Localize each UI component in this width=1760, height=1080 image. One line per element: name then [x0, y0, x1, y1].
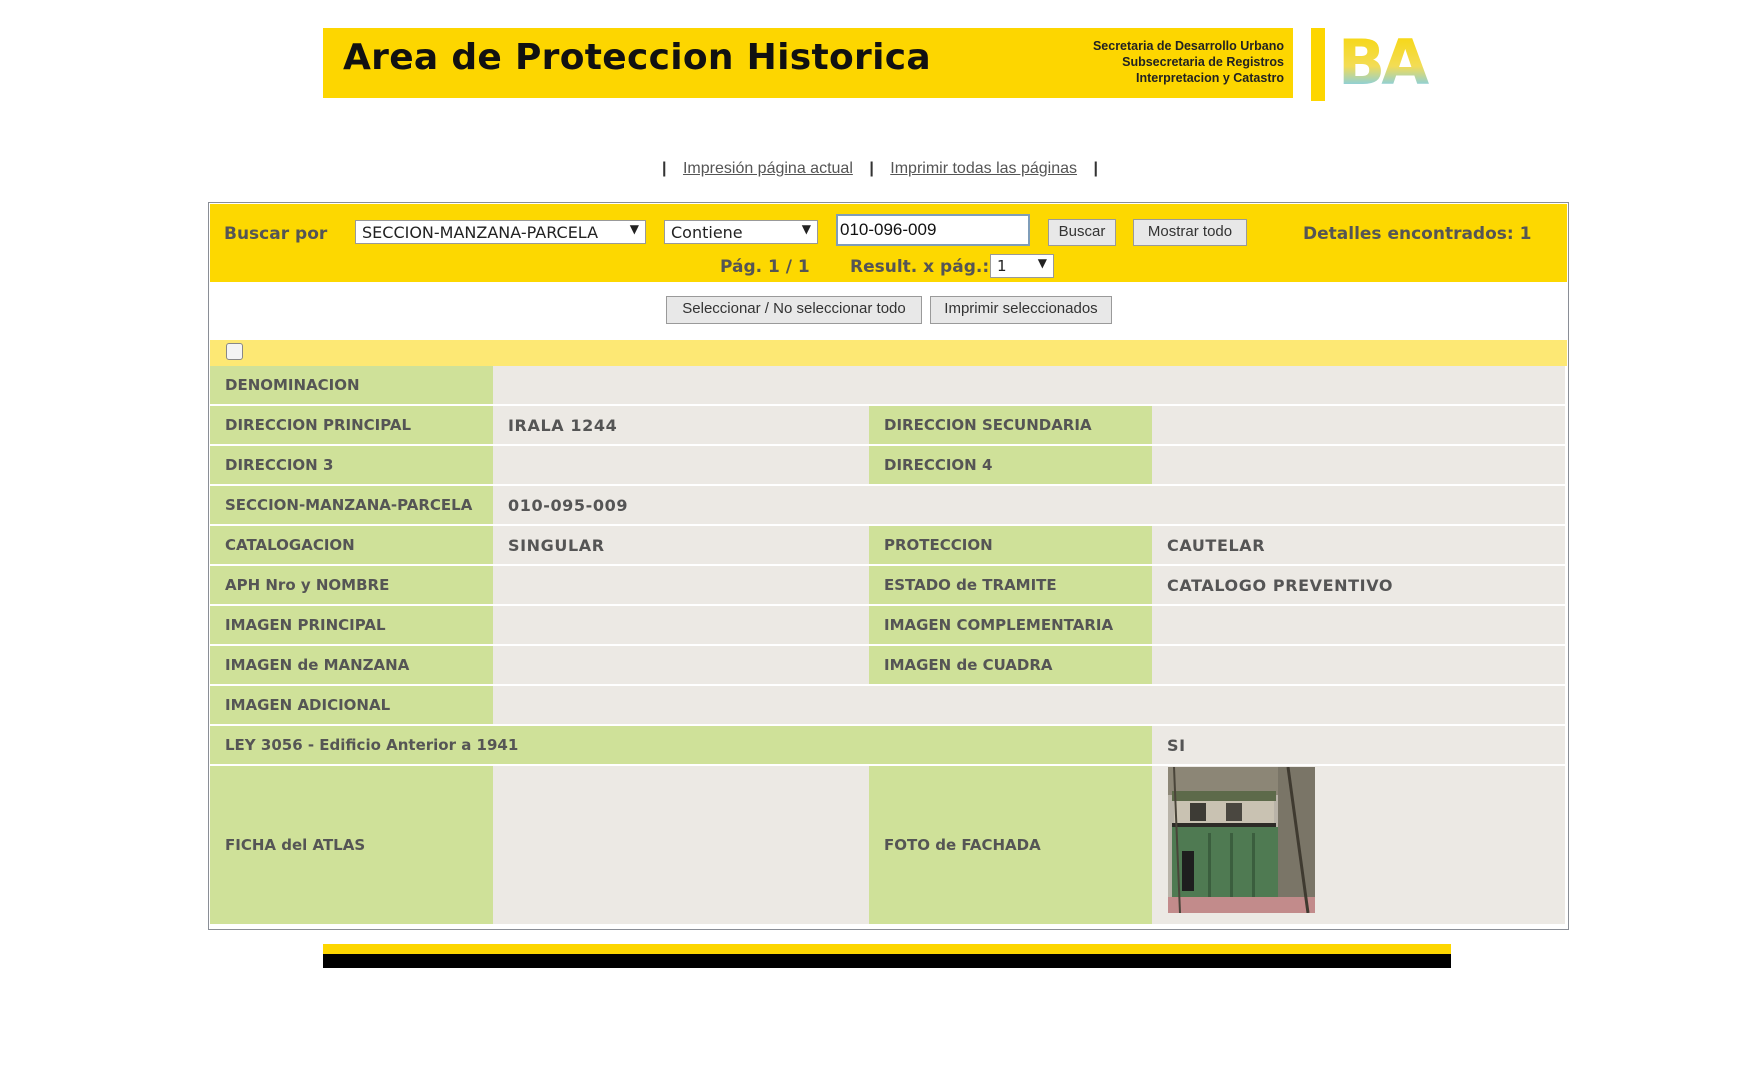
denominacion-label: DENOMINACION: [210, 366, 493, 404]
dropdown-arrow-icon: ▼: [629, 222, 639, 236]
select-all-button[interactable]: Seleccionar / No seleccionar todo: [666, 296, 922, 324]
imagen-manzana-label: IMAGEN de MANZANA: [210, 646, 493, 684]
imagen-adicional-value: [493, 686, 1565, 724]
imagen-adicional-label: IMAGEN ADICIONAL: [210, 686, 493, 724]
record-checkbox[interactable]: [226, 343, 243, 360]
search-mode-value: Contiene: [671, 223, 743, 242]
ficha-atlas-label: FICHA del ATLAS: [210, 766, 493, 924]
show-all-button[interactable]: Mostrar todo: [1133, 219, 1247, 246]
imagen-principal-label: IMAGEN PRINCIPAL: [210, 606, 493, 644]
proteccion-value: CAUTELAR: [1152, 526, 1565, 564]
search-field-value: SECCION-MANZANA-PARCELA: [362, 223, 599, 242]
header-subtitle: Secretaria de Desarrollo Urbano Subsecre…: [1093, 38, 1284, 86]
aph-value: [493, 566, 869, 604]
imagen-complementaria-value: [1152, 606, 1565, 644]
direccion-4-value: [1152, 446, 1565, 484]
ley-3056-value: SI: [1152, 726, 1565, 764]
record-select-row: [210, 340, 1567, 366]
catalogacion-value: SINGULAR: [493, 526, 869, 564]
imagen-manzana-value: [493, 646, 869, 684]
header-sub-line: Subsecretaria de Registros: [1122, 55, 1284, 69]
header-divider-bar: [1311, 28, 1325, 101]
header-sub-line: Interpretacion y Catastro: [1136, 71, 1284, 85]
print-current-page-link[interactable]: Impresión página actual: [683, 160, 853, 177]
foto-fachada-label: FOTO de FACHADA: [869, 766, 1152, 924]
results-count: Detalles encontrados: 1: [1303, 224, 1532, 244]
estado-tramite-value: CATALOGO PREVENTIVO: [1152, 566, 1565, 604]
imagen-cuadra-value: [1152, 646, 1565, 684]
ba-logo-text: BA: [1338, 32, 1429, 90]
print-all-pages-link[interactable]: Imprimir todas las páginas: [890, 160, 1077, 177]
search-input[interactable]: 010-096-009: [836, 214, 1030, 246]
denominacion-value: [493, 366, 1565, 404]
direccion-3-value: [493, 446, 869, 484]
imagen-principal-value: [493, 606, 869, 644]
print-links-bar: | Impresión página actual | Imprimir tod…: [0, 160, 1760, 178]
dropdown-arrow-icon: ▼: [801, 222, 811, 236]
print-selected-button[interactable]: Imprimir seleccionados: [930, 296, 1112, 324]
separator: |: [1093, 160, 1098, 177]
smp-label: SECCION-MANZANA-PARCELA: [210, 486, 493, 524]
direccion-3-label: DIRECCION 3: [210, 446, 493, 484]
search-by-label: Buscar por: [224, 224, 328, 244]
selection-actions-row: Seleccionar / No seleccionar todo Imprim…: [210, 282, 1567, 340]
direccion-principal-label: DIRECCION PRINCIPAL: [210, 406, 493, 444]
search-field-select[interactable]: SECCION-MANZANA-PARCELA ▼: [355, 220, 646, 244]
direccion-secundaria-label: DIRECCION SECUNDARIA: [869, 406, 1152, 444]
direccion-4-label: DIRECCION 4: [869, 446, 1152, 484]
imagen-cuadra-label: IMAGEN de CUADRA: [869, 646, 1152, 684]
ficha-atlas-value: [493, 766, 869, 924]
aph-label: APH Nro y NOMBRE: [210, 566, 493, 604]
imagen-complementaria-label: IMAGEN COMPLEMENTARIA: [869, 606, 1152, 644]
results-per-page-label: Result. x pág.:: [850, 257, 990, 277]
results-per-page-value: 1: [997, 257, 1007, 275]
footer-black-bar: [323, 954, 1451, 968]
direccion-principal-value: IRALA 1244: [493, 406, 869, 444]
separator: |: [869, 160, 874, 177]
ley-3056-label: LEY 3056 - Edificio Anterior a 1941: [210, 726, 1152, 764]
header-banner: Area de Proteccion Historica Secretaria …: [323, 28, 1293, 98]
proteccion-label: PROTECCION: [869, 526, 1152, 564]
search-button[interactable]: Buscar: [1048, 219, 1116, 246]
ba-logo: BA: [1338, 32, 1433, 90]
catalogacion-label: CATALOGACION: [210, 526, 493, 564]
direccion-secundaria-value: [1152, 406, 1565, 444]
page-title: Area de Proteccion Historica: [343, 37, 931, 78]
footer-yellow-bar: [323, 944, 1451, 954]
header-sub-line: Secretaria de Desarrollo Urbano: [1092, 39, 1284, 53]
results-per-page-select[interactable]: 1 ▼: [990, 254, 1054, 278]
dropdown-arrow-icon: ▼: [1037, 256, 1047, 270]
separator: |: [662, 160, 667, 177]
search-bar: Buscar por SECCION-MANZANA-PARCELA ▼ Con…: [210, 204, 1567, 282]
estado-tramite-label: ESTADO de TRAMITE: [869, 566, 1152, 604]
page-indicator: Pág. 1 / 1: [720, 257, 810, 277]
facade-photo[interactable]: [1168, 767, 1315, 913]
smp-value: 010-095-009: [493, 486, 1565, 524]
search-mode-select[interactable]: Contiene ▼: [664, 220, 818, 244]
